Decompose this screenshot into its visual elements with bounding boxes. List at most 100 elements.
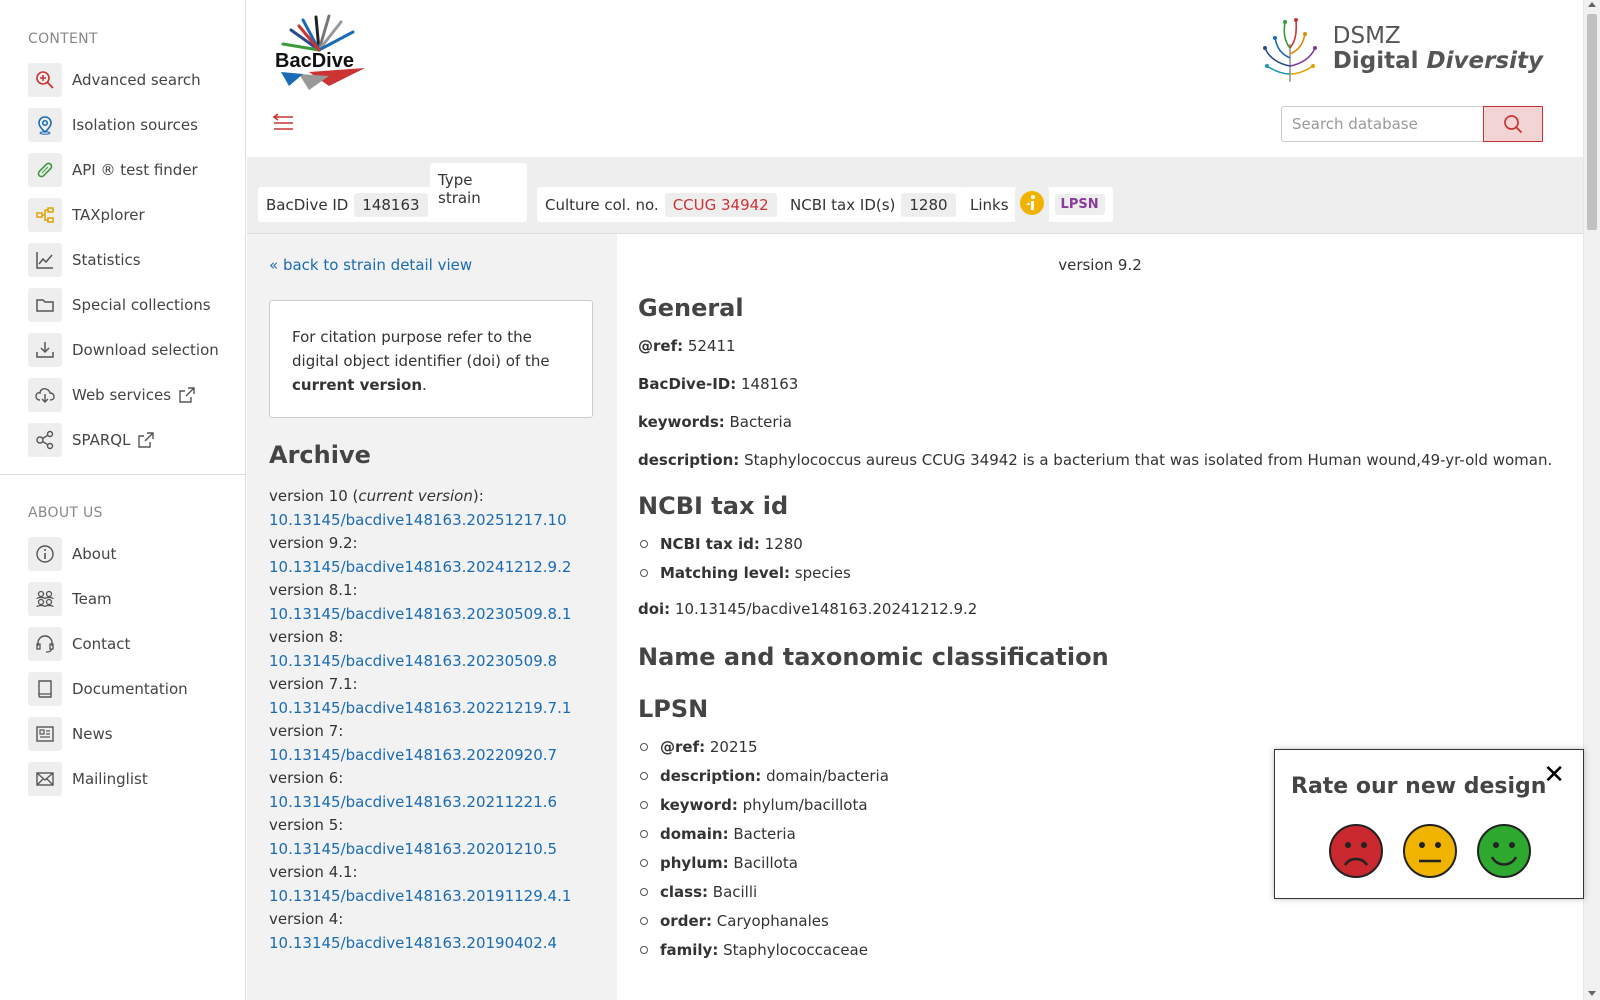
happy-face-icon[interactable] xyxy=(1476,823,1532,879)
scroll-down-arrow-icon[interactable] xyxy=(1588,991,1596,996)
about-menu: About Team Contact Documentation News Ma… xyxy=(0,531,245,801)
sidebar-item-statistics[interactable]: Statistics xyxy=(0,237,245,282)
version-label: version 7.1: xyxy=(269,675,358,693)
info-icon xyxy=(28,536,62,571)
links-label: Links xyxy=(970,195,1009,214)
archive-panel: « back to strain detail view For citatio… xyxy=(247,234,617,1000)
dsmz-tree-icon xyxy=(1262,18,1317,82)
sidebar-item-label: Statistics xyxy=(72,250,141,269)
sidebar-item-special-collections[interactable]: Special collections xyxy=(0,282,245,327)
sidebar-item-team[interactable]: Team xyxy=(0,576,245,621)
version-doi-link[interactable]: 10.13145/bacdive148163.20220920.7 xyxy=(269,744,609,768)
bacdive-id-label: BacDive ID xyxy=(266,195,349,214)
search-input[interactable] xyxy=(1281,106,1483,142)
external-link-icon xyxy=(138,431,155,448)
scroll-up-arrow-icon[interactable] xyxy=(1588,2,1596,7)
version-doi-link[interactable]: 10.13145/bacdive148163.20251217.10 xyxy=(269,509,609,533)
dsmz-wordmark: DSMZ Digital Diversity xyxy=(1333,25,1543,73)
current-version-label: version 9.2 xyxy=(1058,256,1142,274)
sidebar-item-label: Isolation sources xyxy=(72,115,198,134)
version-label: version 9.2: xyxy=(269,534,358,552)
neutral-face-icon[interactable] xyxy=(1402,823,1458,879)
close-x-icon xyxy=(446,213,448,214)
strain-summary-bar: BacDive ID 148163 Type strain Culture co… xyxy=(247,157,1583,234)
list-item: family: Staphylococcaceae xyxy=(638,940,1568,960)
hierarchy-icon xyxy=(28,197,62,232)
version-doi-link[interactable]: 10.13145/bacdive148163.20230509.8 xyxy=(269,650,609,674)
sidebar-item-label: Special collections xyxy=(72,295,211,314)
version-doi-link[interactable]: 10.13145/bacdive148163.20241212.9.2 xyxy=(269,556,609,580)
lpsn-link[interactable]: LPSN xyxy=(1054,194,1105,215)
sidebar-item-web-services[interactable]: Web services xyxy=(0,372,245,417)
citation-bold: current version xyxy=(292,376,423,394)
sidebar-item-label: Mailinglist xyxy=(72,769,148,788)
bacdive-logo-text: BacDive xyxy=(275,50,354,72)
sidebar-item-contact[interactable]: Contact xyxy=(0,621,245,666)
ncbi-value[interactable]: 1280 xyxy=(901,192,956,217)
version-doi-link[interactable]: 10.13145/bacdive148163.20190402.4 xyxy=(269,932,609,956)
version-label: version 8.1: xyxy=(269,581,358,599)
sidebar-item-label: News xyxy=(72,724,113,743)
download-icon xyxy=(28,332,62,367)
sidebar-item-label: Documentation xyxy=(72,679,188,698)
page-scrollbar[interactable] xyxy=(1583,0,1600,1000)
version-doi-link[interactable]: 10.13145/bacdive148163.20230509.8.1 xyxy=(269,603,609,627)
section-title-ncbi: NCBI tax id xyxy=(638,492,789,520)
sidebar-item-label: About xyxy=(72,544,117,563)
sidebar-item-download-selection[interactable]: Download selection xyxy=(0,327,245,372)
search-button[interactable] xyxy=(1483,106,1543,142)
info-badge-icon xyxy=(1019,190,1044,215)
envelope-icon xyxy=(28,761,62,796)
cloud-download-icon xyxy=(28,377,62,412)
version-doi-link[interactable]: 10.13145/bacdive148163.20211221.6 xyxy=(269,791,609,815)
description-field: description: Staphylococcus aureus CCUG … xyxy=(638,451,1553,469)
version-label: version 10 (current version): xyxy=(269,487,484,505)
sidebar-item-api-test-finder[interactable]: API ® test finder xyxy=(0,147,245,192)
version-label: version 7: xyxy=(269,722,344,740)
sidebar-item-mailinglist[interactable]: Mailinglist xyxy=(0,756,245,801)
close-popup-button[interactable]: ✕ xyxy=(1543,762,1565,788)
sidebar-item-news[interactable]: News xyxy=(0,711,245,756)
archive-title: Archive xyxy=(269,441,371,469)
list-item: order: Caryophanales xyxy=(638,911,1568,931)
header: BacDive DSMZ Digital Diversity Search da… xyxy=(247,0,1583,157)
citation-text: For citation purpose refer to the digita… xyxy=(292,328,550,370)
menu-toggle-icon[interactable] xyxy=(271,110,295,134)
culture-label: Culture col. no. xyxy=(545,195,659,214)
sidebar-item-advanced-search[interactable]: Advanced search xyxy=(0,57,245,102)
version-label: version 4.1: xyxy=(269,863,358,881)
newspaper-icon xyxy=(28,716,62,751)
type-strain-label: Type strain xyxy=(438,171,481,207)
version-label: version 4: xyxy=(269,910,344,928)
sidebar-item-label: Download selection xyxy=(72,340,219,359)
sidebar-item-isolation-sources[interactable]: Isolation sources xyxy=(0,102,245,147)
culture-value-link[interactable]: CCUG 34942 xyxy=(664,192,777,217)
culture-collection-chip: Culture col. no. CCUG 34942 xyxy=(537,187,785,222)
sidebar-item-about[interactable]: About xyxy=(0,531,245,576)
map-pin-icon xyxy=(28,107,62,142)
sidebar-item-taxplorer[interactable]: TAXplorer xyxy=(0,192,245,237)
list-item: NCBI tax id: 1280 xyxy=(638,534,1568,554)
content-heading: CONTENT xyxy=(28,31,98,47)
version-doi-link[interactable]: 10.13145/bacdive148163.20191129.4.1 xyxy=(269,885,609,909)
section-title-taxonomy: Name and taxonomic classification xyxy=(638,643,1109,671)
dsmz-logo[interactable]: DSMZ Digital Diversity xyxy=(1255,14,1543,84)
sad-face-icon[interactable] xyxy=(1328,823,1384,879)
scrollbar-thumb[interactable] xyxy=(1587,14,1597,230)
version-label: version 6: xyxy=(269,769,344,787)
rating-popup: Rate our new design ✕ xyxy=(1274,749,1584,899)
sidebar: CONTENT Advanced search Isolation source… xyxy=(0,0,246,1000)
sidebar-item-sparql[interactable]: SPARQL xyxy=(0,417,245,462)
version-doi-link[interactable]: 10.13145/bacdive148163.20201210.5 xyxy=(269,838,609,862)
back-to-strain-link[interactable]: « back to strain detail view xyxy=(269,256,472,274)
citation-note: For citation purpose refer to the digita… xyxy=(269,300,593,418)
version-doi-link[interactable]: 10.13145/bacdive148163.20221219.7.1 xyxy=(269,697,609,721)
line-chart-icon xyxy=(28,242,62,277)
ref-field: @ref: 52411 xyxy=(638,337,736,355)
about-heading: ABOUT US xyxy=(28,505,103,521)
bacdive-logo[interactable]: BacDive xyxy=(269,12,369,92)
list-item: Matching level: species xyxy=(638,563,1568,583)
sidebar-item-documentation[interactable]: Documentation xyxy=(0,666,245,711)
version-label: version 5: xyxy=(269,816,344,834)
info-link[interactable] xyxy=(1014,186,1049,223)
